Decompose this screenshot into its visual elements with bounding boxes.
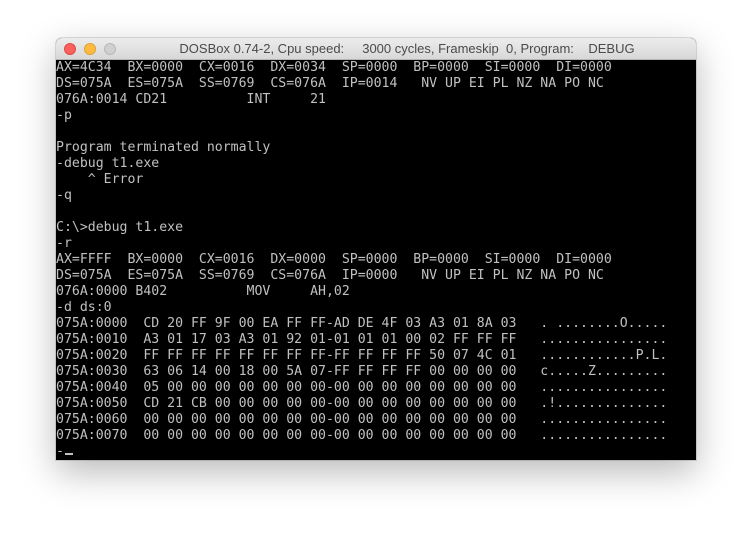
terminal-line: -debug t1.exe: [56, 156, 160, 171]
terminal-line: 075A:0040 05 00 00 00 00 00 00 00-00 00 …: [56, 380, 668, 395]
terminal-line: 075A:0000 CD 20 FF 9F 00 EA FF FF-AD DE …: [56, 316, 668, 331]
terminal-screen[interactable]: AX=4C34 BX=0000 CX=0016 DX=0034 SP=0000 …: [56, 60, 696, 460]
terminal-line: ^ Error: [56, 172, 144, 187]
terminal-line: 075A:0020 FF FF FF FF FF FF FF FF-FF FF …: [56, 348, 668, 363]
text-cursor: [64, 453, 73, 455]
terminal-line: AX=FFFF BX=0000 CX=0016 DX=0000 SP=0000 …: [56, 252, 612, 267]
terminal-line: -d ds:0: [56, 300, 112, 315]
zoom-icon[interactable]: [104, 43, 116, 55]
terminal-line: 076A:0000 B402 MOV AH,02: [56, 284, 350, 299]
terminal-line: 075A:0050 CD 21 CB 00 00 00 00 00-00 00 …: [56, 396, 668, 411]
terminal-line: -r: [56, 236, 72, 251]
terminal-line: 075A:0060 00 00 00 00 00 00 00 00-00 00 …: [56, 412, 668, 427]
terminal-line: C:\>debug t1.exe: [56, 220, 184, 235]
terminal-line: 075A:0010 A3 01 17 03 A3 01 92 01-01 01 …: [56, 332, 668, 347]
terminal-line: Program terminated normally: [56, 140, 271, 155]
close-icon[interactable]: [64, 43, 76, 55]
terminal-line: -q: [56, 188, 72, 203]
title-bar[interactable]: DOSBox 0.74-2, Cpu speed: 3000 cycles, F…: [56, 38, 696, 60]
terminal-line: AX=4C34 BX=0000 CX=0016 DX=0034 SP=0000 …: [56, 60, 612, 75]
terminal-line: 075A:0070 00 00 00 00 00 00 00 00-00 00 …: [56, 428, 668, 443]
dosbox-window: DOSBox 0.74-2, Cpu speed: 3000 cycles, F…: [56, 38, 696, 460]
window-title: DOSBox 0.74-2, Cpu speed: 3000 cycles, F…: [179, 41, 635, 56]
minimize-icon[interactable]: [84, 43, 96, 55]
terminal-line: -p: [56, 108, 72, 123]
terminal-line: DS=075A ES=075A SS=0769 CS=076A IP=0014 …: [56, 76, 604, 91]
terminal-line: DS=075A ES=075A SS=0769 CS=076A IP=0000 …: [56, 268, 604, 283]
command-prompt-line: -: [56, 444, 696, 460]
terminal-line: 075A:0030 63 06 14 00 18 00 5A 07-FF FF …: [56, 364, 668, 379]
terminal-line: 076A:0014 CD21 INT 21: [56, 92, 326, 107]
